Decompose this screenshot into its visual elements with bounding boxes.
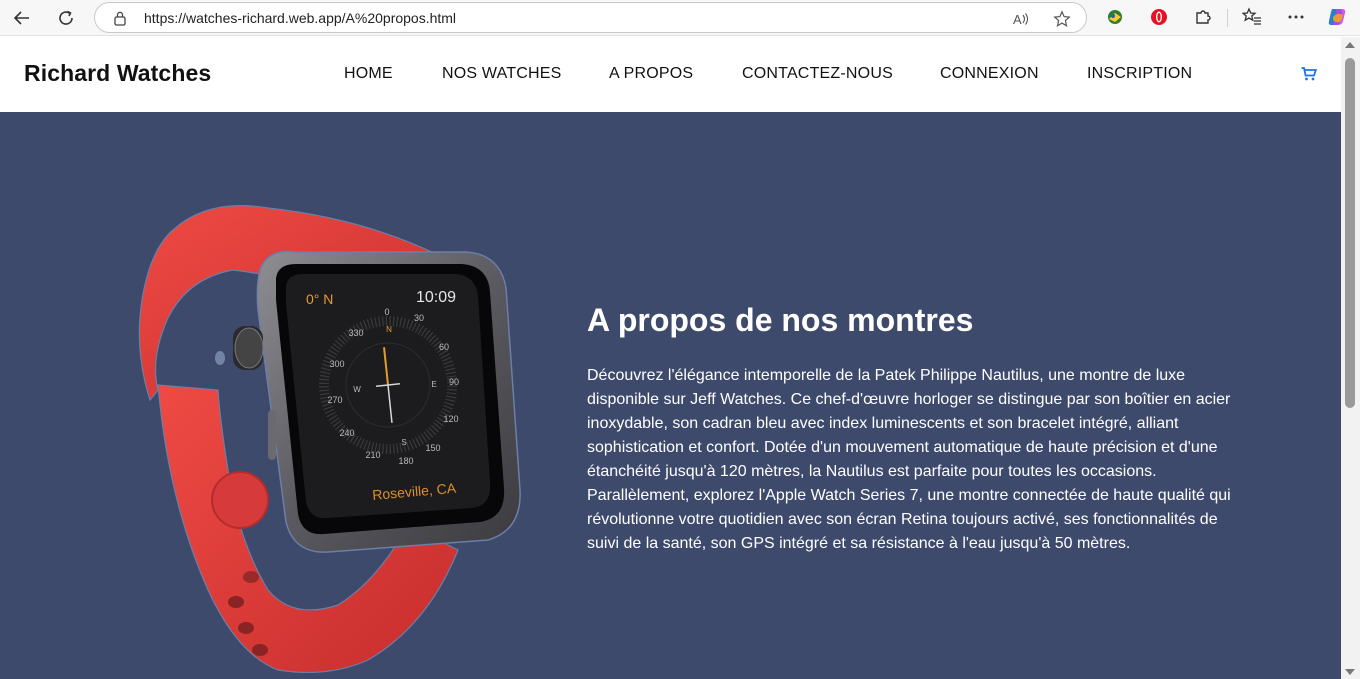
compass-letter: N xyxy=(386,325,392,334)
copilot-icon[interactable] xyxy=(1325,5,1349,29)
back-icon[interactable] xyxy=(8,4,36,32)
compass-number: 120 xyxy=(443,414,458,424)
compass-letter: E xyxy=(431,380,436,389)
about-hero: 0° N 10:09 0 30 60 90 120 150 180 210 24… xyxy=(0,112,1341,679)
puzzle-icon[interactable] xyxy=(1191,5,1215,29)
opera-icon[interactable] xyxy=(1147,5,1171,29)
favorites-icon[interactable] xyxy=(1240,5,1264,29)
browser-toolbar: https://watches-richard.web.app/A%20prop… xyxy=(0,0,1360,36)
favorite-star-icon[interactable] xyxy=(1052,9,1072,29)
about-paragraph: Découvrez l'élégance intemporelle de la … xyxy=(587,367,1231,552)
nav-contactez-nous[interactable]: CONTACTEZ-NOUS xyxy=(742,65,893,83)
compass-number: 30 xyxy=(414,313,424,323)
page-title: A propos de nos montres xyxy=(587,302,974,338)
compass-number: 60 xyxy=(439,342,449,352)
compass-letter: S xyxy=(401,438,406,447)
extension-icon[interactable] xyxy=(1103,5,1127,29)
watch-heading: 0° N xyxy=(306,291,333,307)
nav-a-propos[interactable]: A PROPOS xyxy=(609,65,693,83)
address-bar[interactable]: https://watches-richard.web.app/A%20prop… xyxy=(94,2,1087,33)
compass-number: 0 xyxy=(384,307,389,317)
more-icon[interactable] xyxy=(1284,5,1308,29)
scroll-thumb[interactable] xyxy=(1345,58,1355,408)
brand-logo[interactable]: Richard Watches xyxy=(24,60,211,87)
site-header: Richard Watches HOME NOS WATCHES A PROPO… xyxy=(0,37,1341,112)
read-aloud-icon[interactable]: A xyxy=(1011,9,1031,29)
compass-number: 330 xyxy=(348,328,363,338)
compass-letter: W xyxy=(353,385,361,394)
compass-number: 210 xyxy=(365,450,380,460)
url-text: https://watches-richard.web.app/A%20prop… xyxy=(144,10,457,26)
cart-icon[interactable] xyxy=(1301,67,1318,81)
nav-connexion[interactable]: CONNEXION xyxy=(940,65,1039,83)
nav-nos-watches[interactable]: NOS WATCHES xyxy=(442,65,562,83)
nav-home[interactable]: HOME xyxy=(344,65,393,83)
compass-number: 240 xyxy=(339,428,354,438)
compass-number: 90 xyxy=(449,377,459,387)
compass-number: 180 xyxy=(398,456,413,466)
scroll-up-arrow-icon[interactable] xyxy=(1345,42,1355,48)
toolbar-separator xyxy=(1227,9,1228,27)
compass-number: 150 xyxy=(425,443,440,453)
scroll-down-arrow-icon[interactable] xyxy=(1345,669,1355,675)
apple-watch-image: 0° N 10:09 0 30 60 90 120 150 180 210 24… xyxy=(138,205,521,674)
compass-number: 270 xyxy=(327,395,342,405)
nav-inscription[interactable]: INSCRIPTION xyxy=(1087,65,1192,83)
lock-icon[interactable] xyxy=(113,10,127,31)
watch-time: 10:09 xyxy=(416,289,456,306)
refresh-icon[interactable] xyxy=(52,4,80,32)
compass-number: 300 xyxy=(329,359,344,369)
svg-text:A: A xyxy=(1013,12,1022,27)
